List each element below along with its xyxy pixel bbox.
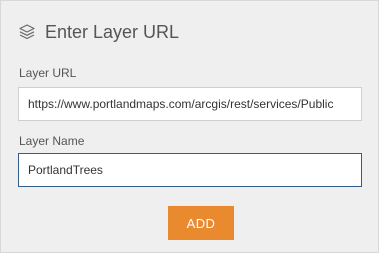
layers-icon bbox=[18, 23, 36, 41]
panel-title: Enter Layer URL bbox=[45, 21, 180, 42]
enter-layer-url-panel: Enter Layer URL Layer URL Layer Name ADD bbox=[0, 0, 379, 253]
add-button[interactable]: ADD bbox=[168, 206, 234, 240]
layer-name-input[interactable] bbox=[18, 153, 362, 187]
layer-url-label: Layer URL bbox=[19, 66, 77, 80]
panel-header: Enter Layer URL bbox=[18, 18, 179, 46]
layer-name-label: Layer Name bbox=[19, 134, 85, 148]
layer-url-input[interactable] bbox=[18, 87, 362, 121]
